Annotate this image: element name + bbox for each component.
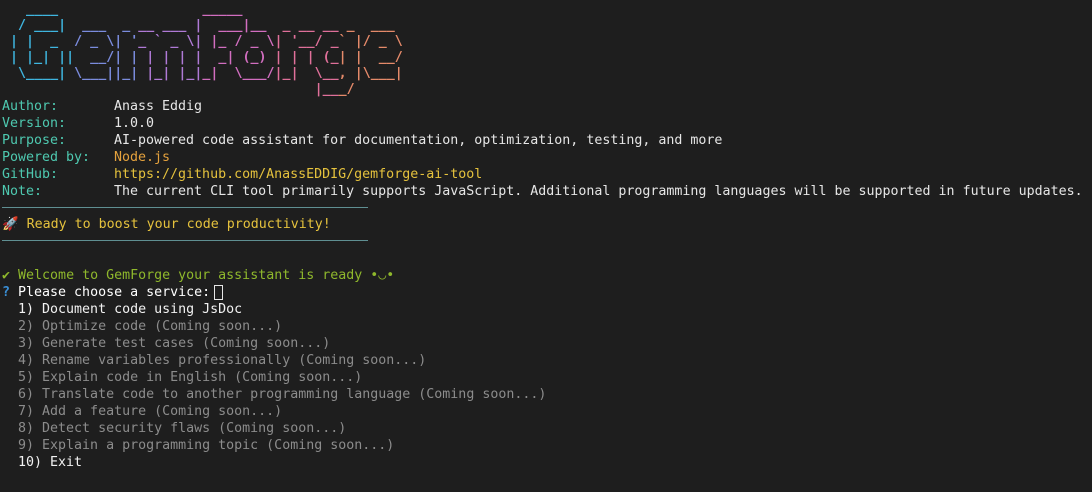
info-value: Anass Eddig [114, 99, 203, 114]
banner-line: |___/ [314, 82, 355, 97]
info-row-github: GitHub: https://github.com/AnassEDDIG/ge… [2, 166, 1083, 183]
menu-option-6[interactable]: 6) Translate code to another programming… [2, 386, 546, 403]
text-cursor[interactable] [214, 285, 224, 300]
info-row-version: Version: 1.0.0 [2, 115, 1083, 132]
ready-text: Ready to boost your code productivity! [26, 217, 331, 232]
divider [2, 240, 368, 241]
welcome-message: ✔ Welcome to GemForge your assistant is … [2, 267, 394, 284]
service-menu: 1) Document code using JsDoc 2) Optimize… [2, 301, 546, 471]
divider [2, 207, 368, 208]
menu-option-exit[interactable]: 10) Exit [2, 454, 546, 471]
checkmark-icon: ✔ [2, 268, 11, 283]
info-label: Author: [2, 99, 59, 114]
menu-option-1[interactable]: 1) Document code using JsDoc [2, 301, 546, 318]
banner-line: \____| \___||_| |_| |_|_| \___/|_| \__, … [18, 66, 403, 81]
terminal-window: ____ _____ / ___| ___ _ __ ___ | ___|__ … [0, 0, 1092, 492]
ready-message: 🚀 Ready to boost your code productivity! [2, 216, 331, 233]
info-value: 1.0.0 [114, 116, 155, 131]
menu-option-3[interactable]: 3) Generate test cases (Coming soon...) [2, 335, 546, 352]
info-label: Purpose: [2, 133, 67, 148]
info-label: GitHub: [2, 167, 59, 182]
menu-option-4[interactable]: 4) Rename variables professionally (Comi… [2, 352, 546, 369]
menu-option-7[interactable]: 7) Add a feature (Coming soon...) [2, 403, 546, 420]
info-row-powered-by: Powered by: Node.js [2, 149, 1083, 166]
banner-line: | | _ / _ \| '_ ` _ \| |_ / _ \| '__/ _`… [10, 34, 403, 49]
info-label: Powered by: [2, 150, 91, 165]
banner-line: / ___| ___ _ __ ___ | ___|__ _ __ __ _ _… [18, 18, 395, 33]
info-row-purpose: Purpose: AI-powered code assistant for d… [2, 132, 1083, 149]
info-row-note: Note: The current CLI tool primarily sup… [2, 183, 1083, 200]
prompt-text: Please choose a service: [18, 285, 211, 300]
info-value: Node.js [114, 150, 171, 165]
welcome-text: Welcome to GemForge your assistant is re… [18, 268, 395, 283]
menu-option-5[interactable]: 5) Explain code in English (Coming soon.… [2, 369, 546, 386]
info-block: Author: Anass Eddig Version: 1.0.0 Purpo… [2, 98, 1083, 200]
menu-option-8[interactable]: 8) Detect security flaws (Coming soon...… [2, 420, 546, 437]
menu-option-2[interactable]: 2) Optimize code (Coming soon...) [2, 318, 546, 335]
service-prompt: ? Please choose a service: [2, 284, 224, 301]
ascii-banner: ____ _____ / ___| ___ _ __ ___ | ___|__ … [2, 2, 403, 98]
info-label: Note: [2, 184, 43, 199]
github-link[interactable]: https://github.com/AnassEDDIG/gemforge-a… [114, 166, 482, 183]
info-label: Version: [2, 116, 67, 131]
banner-line: | |_| || __/| | | | | | _| (_) | | | (_|… [10, 50, 403, 65]
banner-line: ____ _____ [26, 2, 243, 17]
menu-option-9[interactable]: 9) Explain a programming topic (Coming s… [2, 437, 546, 454]
rocket-icon: 🚀 [2, 217, 19, 232]
info-row-author: Author: Anass Eddig [2, 98, 1083, 115]
info-value: AI-powered code assistant for documentat… [114, 133, 723, 148]
info-value: The current CLI tool primarily supports … [114, 184, 1083, 199]
question-icon: ? [2, 285, 11, 300]
